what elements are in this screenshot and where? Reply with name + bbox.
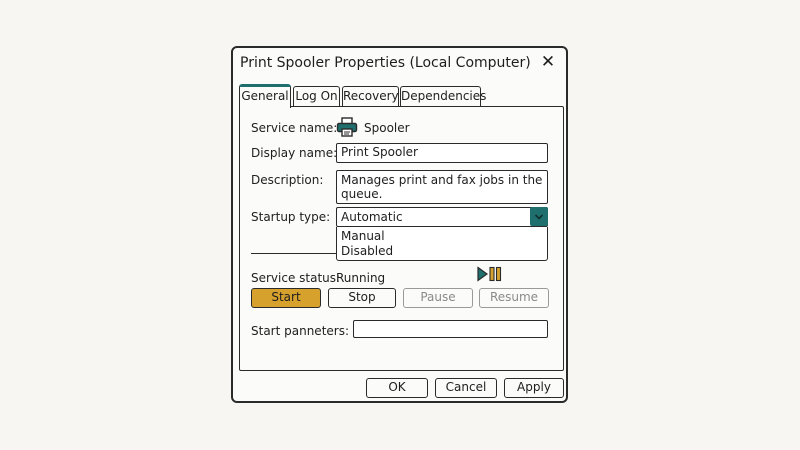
description-label: Description: xyxy=(251,173,324,187)
service-name-value: Spooler xyxy=(364,121,410,135)
tab-log-on[interactable]: Log On xyxy=(293,86,340,106)
start-parameters-input[interactable] xyxy=(353,320,548,338)
properties-dialog: Print Spooler Properties (Local Computer… xyxy=(231,46,568,403)
apply-button[interactable]: Apply xyxy=(504,378,564,398)
start-button[interactable]: Start xyxy=(251,288,321,308)
service-status-label: Service status: xyxy=(251,271,341,285)
cancel-button[interactable]: Cancel xyxy=(435,378,497,398)
description-field[interactable]: Manages print and fax jobs in the queue. xyxy=(336,170,548,204)
service-status-value: Running xyxy=(336,271,386,285)
pause-button[interactable]: Pause xyxy=(403,288,473,308)
startup-type-dropdown: Manual Disabled xyxy=(336,227,548,261)
ok-button[interactable]: OK xyxy=(366,378,428,398)
chevron-down-icon xyxy=(534,213,544,220)
startup-option-disabled[interactable]: Disabled xyxy=(341,244,393,259)
start-parameters-label: Start panneters: xyxy=(251,324,350,338)
general-panel: Service name: Spooler Display name: Prin… xyxy=(239,106,564,371)
divider xyxy=(251,253,341,254)
stop-button[interactable]: Stop xyxy=(328,288,396,308)
resume-button[interactable]: Resume xyxy=(479,288,549,308)
tab-general[interactable]: General xyxy=(239,84,291,108)
startup-option-manual[interactable]: Manual xyxy=(341,229,385,244)
close-button[interactable]: ✕ xyxy=(538,52,558,72)
startup-type-value: Automatic xyxy=(341,210,403,224)
dialog-title: Print Spooler Properties (Local Computer… xyxy=(240,55,531,71)
play-pause-icon xyxy=(477,266,502,282)
startup-type-select[interactable]: Automatic xyxy=(336,207,548,227)
tab-dependencies[interactable]: Dependencies xyxy=(400,86,486,106)
tab-recovery[interactable]: Recovery xyxy=(342,86,399,106)
close-icon: ✕ xyxy=(540,52,556,72)
service-name-label: Service name: xyxy=(251,121,338,135)
printer-icon xyxy=(336,117,358,137)
dropdown-toggle-button[interactable] xyxy=(530,207,548,226)
startup-type-label: Startup type: xyxy=(251,210,331,224)
display-name-label: Display name: xyxy=(251,146,338,160)
display-name-field[interactable]: Print Spooler xyxy=(336,143,548,163)
